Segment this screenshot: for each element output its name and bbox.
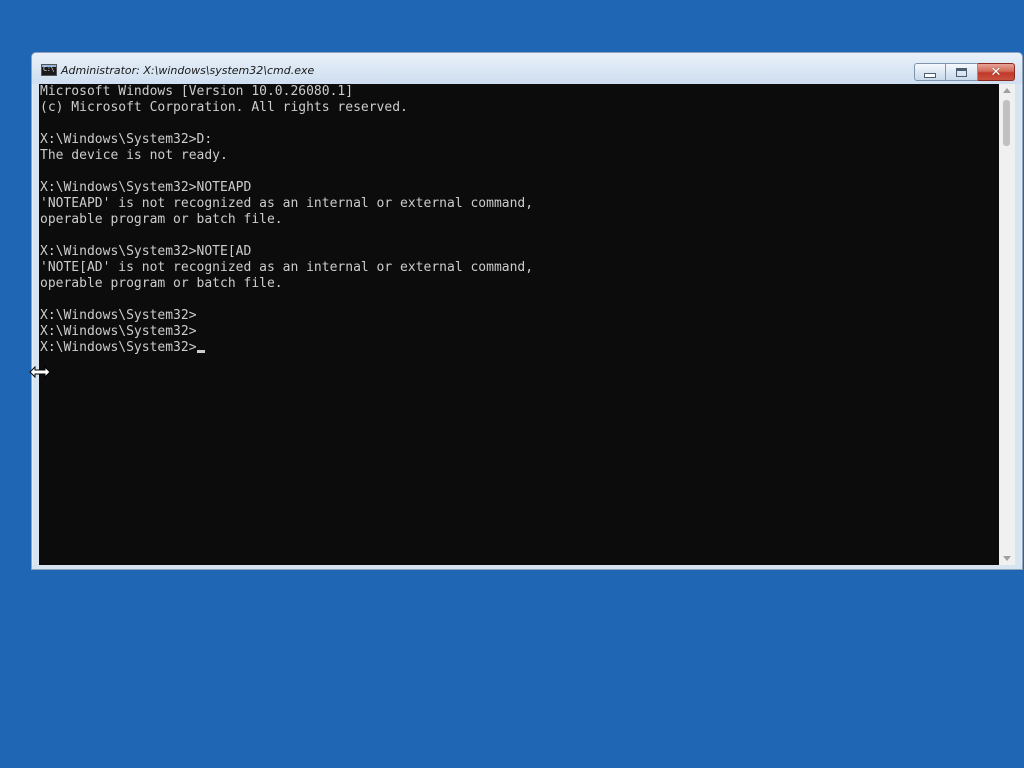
console-line: X:\Windows\System32>	[40, 324, 197, 339]
minimize-button[interactable]	[914, 63, 946, 81]
cmd-icon-glyph: C:\	[43, 65, 55, 73]
console-line: X:\Windows\System32>NOTE[AD	[40, 244, 252, 259]
vertical-scrollbar[interactable]	[999, 84, 1015, 565]
maximize-button[interactable]	[946, 63, 978, 81]
console-line: X:\Windows\System32>	[40, 308, 197, 323]
console-line: X:\Windows\System32>NOTEAPD	[40, 180, 252, 195]
cmd-icon[interactable]: C:\	[41, 64, 57, 76]
scroll-thumb[interactable]	[1003, 100, 1010, 146]
close-icon: ✕	[990, 64, 1002, 80]
close-button[interactable]: ✕	[978, 63, 1015, 81]
restore-icon	[956, 67, 967, 77]
horizontal-resize-cursor-icon	[29, 366, 51, 378]
scroll-up-arrow-icon[interactable]	[1003, 88, 1011, 93]
minimize-icon	[924, 72, 936, 78]
console-line: Microsoft Windows [Version 10.0.26080.1]	[40, 84, 354, 99]
console-output[interactable]: Microsoft Windows [Version 10.0.26080.1]…	[39, 84, 999, 565]
console-line: X:\Windows\System32>	[40, 340, 533, 356]
console-line: 'NOTEAPD' is not recognized as an intern…	[40, 196, 534, 211]
window-bottom-border[interactable]	[32, 565, 1022, 569]
window-title: Administrator: X:\windows\system32\cmd.e…	[61, 64, 315, 77]
desktop: C:\ Administrator: X:\windows\system32\c…	[0, 0, 1024, 768]
console-line: 'NOTE[AD' is not recognized as an intern…	[40, 260, 534, 275]
scroll-down-arrow-icon[interactable]	[1003, 556, 1011, 561]
cmd-window[interactable]: C:\ Administrator: X:\windows\system32\c…	[31, 52, 1023, 570]
console-text: Microsoft Windows [Version 10.0.26080.1]…	[40, 84, 533, 356]
console-line: X:\Windows\System32>D:	[40, 132, 213, 147]
console-line: (c) Microsoft Corporation. All rights re…	[40, 100, 408, 115]
text-cursor	[196, 350, 205, 353]
console-line: operable program or batch file.	[40, 276, 283, 291]
console-line: The device is not ready.	[40, 148, 228, 163]
console-line: operable program or batch file.	[40, 212, 283, 227]
title-bar[interactable]: C:\ Administrator: X:\windows\system32\c…	[32, 53, 1022, 84]
